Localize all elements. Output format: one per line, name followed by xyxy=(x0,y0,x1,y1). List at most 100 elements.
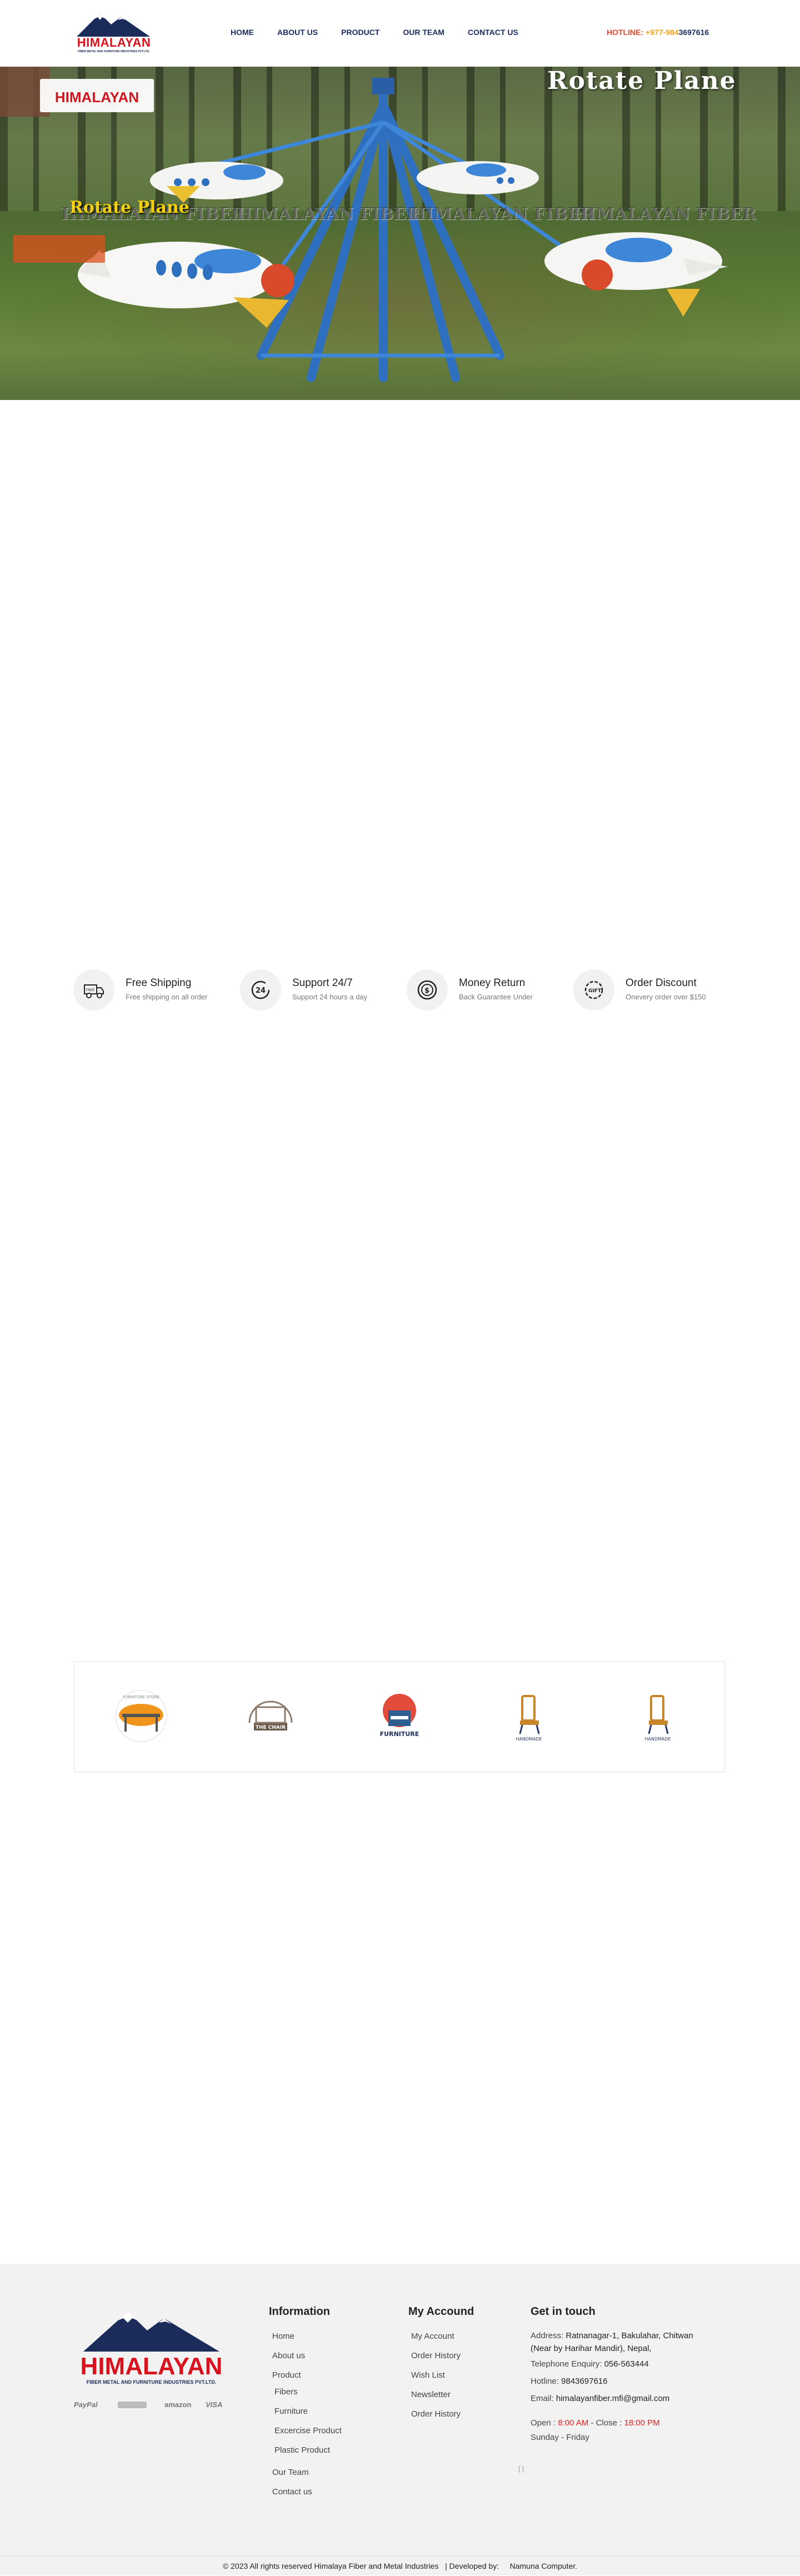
close-label: - Close : xyxy=(588,2418,624,2428)
footer-link-our-team[interactable]: Our Team xyxy=(272,2468,309,2477)
brand-logo-handmade-2[interactable]: HANDMADE xyxy=(624,1688,691,1746)
open-time: 8:00 AM xyxy=(558,2418,589,2428)
footer-link-fibers[interactable]: Fibers xyxy=(274,2387,298,2397)
telephone-label: Telephone Enquiry: xyxy=(531,2359,604,2369)
gift-discount-icon: GIFT xyxy=(573,969,614,1011)
brand-logo-furniture[interactable]: FURNITURE xyxy=(366,1688,433,1746)
truck-icon: FREE xyxy=(73,969,114,1011)
copyright-bar: © 2023 All rights reserved Himalaya Fibe… xyxy=(0,2555,800,2575)
developer-link[interactable]: Namuna Computer. xyxy=(510,2562,577,2570)
feature-money-return: $ Money Return Back Guarantee Under xyxy=(407,968,562,1012)
footer-link-home[interactable]: Home xyxy=(272,2332,294,2341)
logo-tagline: FIBER METAL AND FURNITURE INDUSTRIES PVT… xyxy=(78,50,150,53)
footer-logo-wordmark: HIMALAYAN xyxy=(80,2353,223,2380)
footer-address: Address: Ratnanagar-1, Bakulahar, Chitwa… xyxy=(531,2329,693,2355)
feature-subtitle: Free shipping on all order xyxy=(126,993,208,1001)
hero-banner: HIMALAYAN Rotate Plane HIMALAYAN FIBER H… xyxy=(0,67,800,400)
footer-link-order-history[interactable]: Order History xyxy=(411,2351,461,2360)
footer-link-product[interactable]: Product xyxy=(272,2370,301,2380)
site-logo[interactable]: HIMALAYAN FIBER METAL AND FURNITURE INDU… xyxy=(72,11,156,54)
logo-wordmark: HIMALAYAN xyxy=(77,36,151,49)
money-return-icon: $ xyxy=(407,969,448,1011)
svg-text:24: 24 xyxy=(256,987,266,995)
close-time: 18:00 PM xyxy=(624,2418,660,2428)
footer-logo-tagline: FIBER METAL AND FURNITURE INDUSTRIES PVT… xyxy=(86,2379,217,2385)
feature-order-discount: GIFT Order Discount Onevery order over $… xyxy=(573,968,729,1012)
hotline-label: Hotline: xyxy=(531,2377,562,2386)
brand-logo-the-chair[interactable]: THE CHAIR xyxy=(237,1688,304,1746)
copyright-text: © 2023 All rights reserved Himalaya Fibe… xyxy=(222,2562,439,2570)
plane-top-right xyxy=(417,161,539,194)
feature-subtitle: Onevery order over $150 xyxy=(626,993,706,1001)
paypal-icon: PayPal xyxy=(74,2400,98,2409)
hero-product-badge: Rotate Plane xyxy=(69,198,189,217)
svg-text:$: $ xyxy=(424,987,429,995)
site-footer: HIMALAYAN FIBER METAL AND FURNITURE INDU… xyxy=(0,2264,800,2555)
telephone-number[interactable]: 056-563444 xyxy=(604,2359,649,2369)
feature-subtitle: Back Guarantee Under xyxy=(459,993,533,1001)
email-address[interactable]: himalayanfiber.mfi@gmail.com xyxy=(556,2394,669,2403)
footer-link-my-account[interactable]: My Account xyxy=(411,2332,454,2341)
footer-days: Sunday - Friday xyxy=(531,2433,589,2442)
nav-product[interactable]: PRODUCT xyxy=(341,28,379,37)
hero-logo: HIMALAYAN xyxy=(40,79,154,112)
feature-title: Free Shipping xyxy=(126,977,192,989)
brand-logo-furniture-store[interactable]: FURNITURE STORE xyxy=(108,1688,174,1746)
hotline-number: 3697616 xyxy=(678,28,709,37)
developed-by-label: | Developed by: xyxy=(445,2562,499,2570)
footer-account-title: My Accound xyxy=(408,2305,474,2318)
nav-about-us[interactable]: ABOUT US xyxy=(277,28,318,37)
footer-information-title: Information xyxy=(269,2305,330,2318)
nav-home[interactable]: HOME xyxy=(231,28,254,37)
payment-card-icon xyxy=(118,2402,147,2408)
footer-link-excercise-product[interactable]: Excercise Product xyxy=(274,2426,342,2435)
address-label: Address: xyxy=(531,2331,566,2340)
amazon-icon: amazon xyxy=(164,2400,192,2409)
hotline-label: HOTLINE: xyxy=(607,28,644,37)
hero-cta-button[interactable] xyxy=(13,235,105,263)
footer-link-order-history-2[interactable]: Order History xyxy=(411,2409,461,2419)
svg-text:THE CHAIR: THE CHAIR xyxy=(256,1725,286,1730)
address-line2: (Near by Harihar Mandir), Nepal, xyxy=(531,2344,652,2353)
footer-link-contact-us[interactable]: Contact us xyxy=(272,2487,312,2497)
email-label: Email: xyxy=(531,2394,556,2403)
footer-link-wish-list[interactable]: Wish List xyxy=(411,2370,445,2380)
main-nav: HOME ABOUT US PRODUCT OUR TEAM CONTACT U… xyxy=(231,28,542,37)
feature-title: Support 24/7 xyxy=(292,977,353,989)
nav-our-team[interactable]: OUR TEAM xyxy=(403,28,444,37)
svg-text:FURNITURE STORE: FURNITURE STORE xyxy=(123,1695,159,1699)
brand-logos-strip: FURNITURE STORE THE CHAIR FURNITURE HAND… xyxy=(74,1661,725,1772)
svg-text:HANDMADE: HANDMADE xyxy=(516,1737,542,1742)
footer-email: Email: himalayanfiber.mfi@gmail.com xyxy=(531,2394,669,2403)
footer-hours: Open : 8:00 AM - Close : 18:00 PM xyxy=(531,2418,660,2428)
feature-title: Money Return xyxy=(459,977,526,989)
footer-hotline: Hotline: 9843697616 xyxy=(531,2377,607,2386)
feature-free-shipping: FREE Free Shipping Free shipping on all … xyxy=(73,968,229,1012)
mountain-logo-icon xyxy=(83,2312,219,2352)
svg-text:FURNITURE: FURNITURE xyxy=(380,1730,419,1738)
hotline[interactable]: HOTLINE: +977-9843697616 xyxy=(607,28,709,37)
footer-marker: [ ] xyxy=(518,2465,524,2473)
nav-contact-us[interactable]: CONTACT US xyxy=(468,28,518,37)
svg-text:HANDMADE: HANDMADE xyxy=(644,1737,671,1742)
footer-link-plastic-product[interactable]: Plastic Product xyxy=(274,2445,330,2455)
hotline-number[interactable]: 9843697616 xyxy=(561,2377,607,2386)
clock-24-icon: 24 xyxy=(240,969,281,1011)
footer-link-furniture[interactable]: Furniture xyxy=(274,2407,308,2416)
hero-watermark-3: HIMALAYAN FIBER xyxy=(410,204,594,224)
brand-logo-handmade-1[interactable]: HANDMADE xyxy=(496,1688,562,1746)
plane-front-right xyxy=(544,232,728,317)
hero-watermark-2: HIMALAYAN FIBER xyxy=(236,204,420,224)
mountain-logo-icon xyxy=(77,13,150,37)
footer-logo[interactable]: HIMALAYAN FIBER METAL AND FURNITURE INDU… xyxy=(78,2308,225,2385)
feature-support: 24 Support 24/7 Support 24 hours a day xyxy=(240,968,396,1012)
footer-link-about-us[interactable]: About us xyxy=(272,2351,305,2360)
features-strip: FREE Free Shipping Free shipping on all … xyxy=(73,968,729,1012)
svg-text:FREE: FREE xyxy=(86,988,94,992)
footer-link-newsletter[interactable]: Newsletter xyxy=(411,2390,451,2399)
plane-top-left xyxy=(150,162,283,203)
plane-front-left xyxy=(78,242,294,328)
hero-logo-wordmark: HIMALAYAN xyxy=(54,89,139,106)
address-line1: Ratnanagar-1, Bakulahar, Chitwan xyxy=(566,2331,693,2340)
site-header: HIMALAYAN FIBER METAL AND FURNITURE INDU… xyxy=(0,0,800,67)
